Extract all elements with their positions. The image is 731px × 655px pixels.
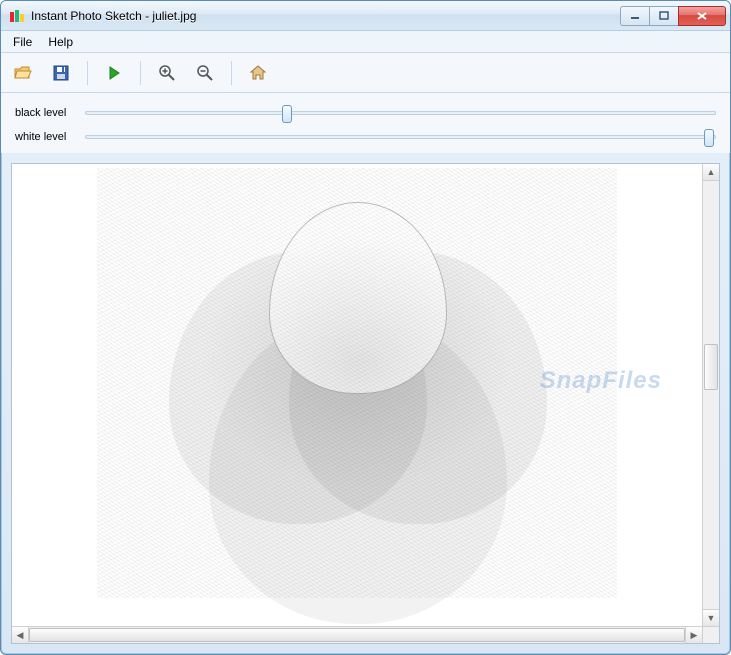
folder-open-icon	[13, 63, 33, 83]
open-button[interactable]	[9, 59, 37, 87]
close-button[interactable]	[678, 6, 726, 26]
maximize-button[interactable]	[649, 6, 679, 26]
app-icon	[9, 8, 25, 24]
horizontal-scrollbar[interactable]: ◀ ▶	[12, 626, 719, 643]
toolbar-separator	[140, 61, 141, 85]
scroll-up-button[interactable]: ▲	[703, 164, 719, 181]
window-title: Instant Photo Sketch - juliet.jpg	[31, 9, 621, 23]
slider-panel: black level white level	[1, 93, 730, 153]
black-level-row: black level	[15, 101, 716, 125]
save-button[interactable]	[47, 59, 75, 87]
scroll-right-button[interactable]: ▶	[685, 627, 702, 643]
horizontal-scroll-thumb[interactable]	[29, 628, 685, 642]
vertical-scroll-thumb[interactable]	[704, 344, 718, 390]
scroll-down-button[interactable]: ▼	[703, 609, 719, 626]
menu-help[interactable]: Help	[40, 33, 81, 51]
black-level-label: black level	[15, 107, 75, 119]
toolbar-separator	[87, 61, 88, 85]
white-level-row: white level	[15, 125, 716, 149]
scroll-corner	[702, 627, 719, 643]
home-button[interactable]	[244, 59, 272, 87]
titlebar[interactable]: Instant Photo Sketch - juliet.jpg	[1, 1, 730, 31]
sketch-image	[97, 168, 617, 598]
zoom-out-icon	[196, 64, 214, 82]
zoom-out-button[interactable]	[191, 59, 219, 87]
white-level-slider[interactable]	[85, 135, 716, 139]
image-viewport[interactable]: SnapFiles	[12, 164, 702, 626]
zoom-in-icon	[158, 64, 176, 82]
menubar: File Help	[1, 31, 730, 53]
run-button[interactable]	[100, 59, 128, 87]
vertical-scrollbar[interactable]: ▲ ▼	[702, 164, 719, 626]
vertical-scroll-track[interactable]	[703, 181, 719, 609]
white-level-thumb[interactable]	[704, 129, 714, 147]
canvas-area: SnapFiles ▲ ▼ ◀ ▶	[11, 163, 720, 644]
window-controls	[621, 6, 726, 26]
app-window: Instant Photo Sketch - juliet.jpg File H…	[0, 0, 731, 655]
white-level-label: white level	[15, 131, 75, 143]
play-icon	[106, 65, 122, 81]
black-level-thumb[interactable]	[282, 105, 292, 123]
floppy-save-icon	[52, 64, 70, 82]
scroll-left-button[interactable]: ◀	[12, 627, 29, 643]
menu-file[interactable]: File	[5, 33, 40, 51]
toolbar	[1, 53, 730, 93]
horizontal-scroll-track[interactable]	[29, 627, 685, 643]
toolbar-separator	[231, 61, 232, 85]
home-icon	[249, 64, 267, 82]
zoom-in-button[interactable]	[153, 59, 181, 87]
black-level-slider[interactable]	[85, 111, 716, 115]
minimize-button[interactable]	[620, 6, 650, 26]
